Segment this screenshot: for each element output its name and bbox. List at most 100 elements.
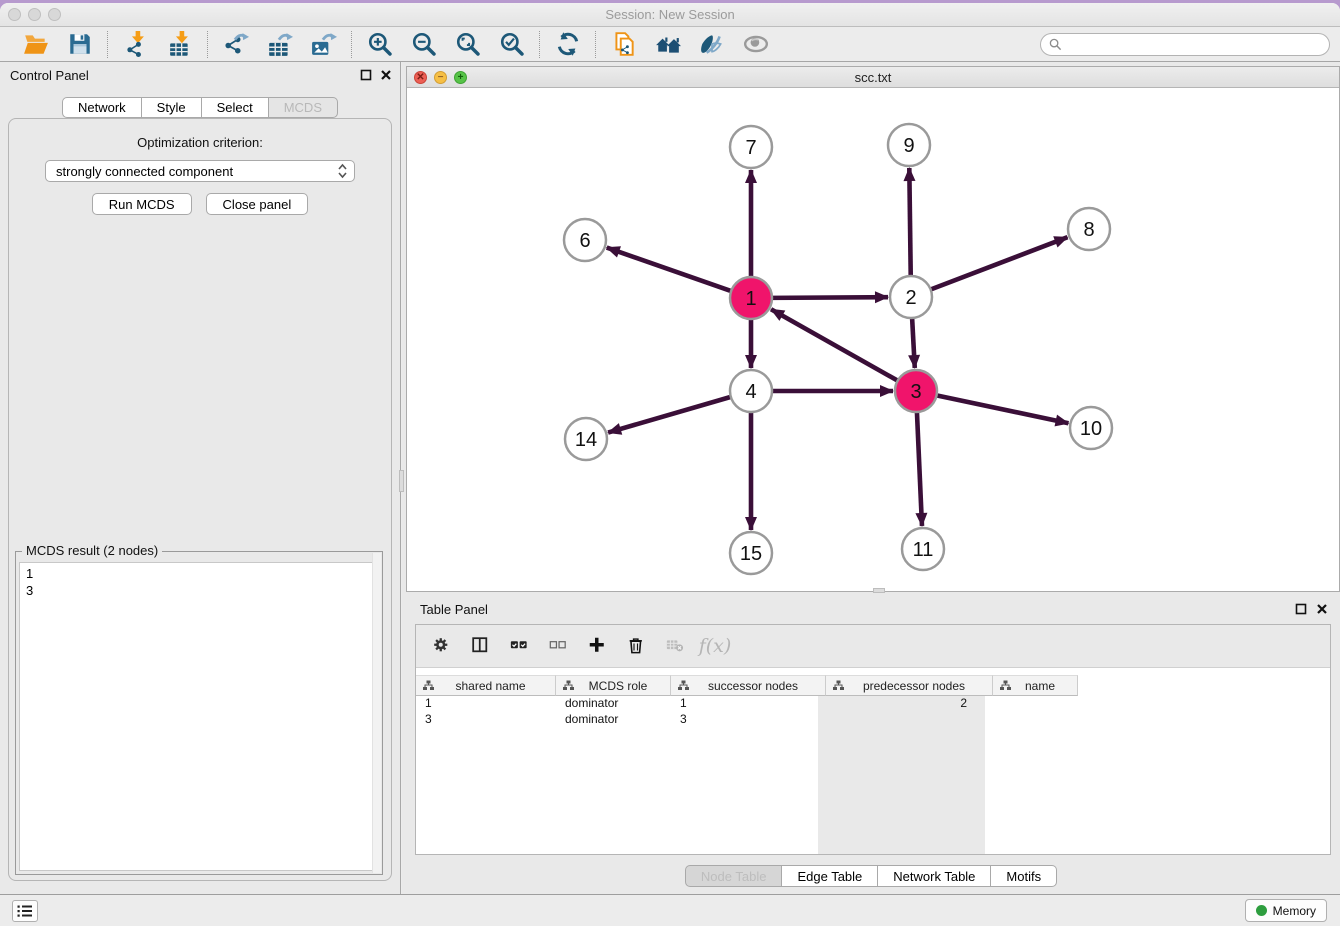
vertical-splitter[interactable] [399, 470, 404, 492]
zoom-fit-button[interactable] [454, 31, 481, 58]
zoom-out-icon [411, 31, 437, 57]
table-cell[interactable]: 3 [416, 712, 556, 728]
table-tab-network-table[interactable]: Network Table [878, 865, 991, 887]
table-body: 1dominator4113dominator323 [416, 696, 1330, 854]
export-image-button[interactable] [310, 31, 337, 58]
search-box[interactable] [1040, 33, 1330, 56]
add-column-button[interactable] [586, 634, 610, 658]
table-options-button[interactable] [430, 634, 454, 658]
open-session-button[interactable] [22, 31, 49, 58]
table-tab-motifs[interactable]: Motifs [991, 865, 1057, 887]
home-view-button[interactable] [654, 31, 681, 58]
column-header-MCDS-role[interactable]: MCDS role [556, 675, 671, 696]
svg-text:10: 10 [1080, 418, 1102, 440]
graph-node-8[interactable]: 8 [1068, 208, 1110, 250]
graph-edge-3-1[interactable] [771, 309, 898, 380]
zoom-in-button[interactable] [366, 31, 393, 58]
toggle-graphics-details-button[interactable] [698, 31, 725, 58]
column-header-successor-nodes[interactable]: successor nodes [671, 675, 826, 696]
unselect-all-columns-button[interactable] [547, 634, 571, 658]
search-input[interactable] [1067, 37, 1321, 51]
mcds-result-scrollbar[interactable] [372, 553, 381, 873]
table-panel-title: Table Panel [420, 602, 488, 617]
task-history-button[interactable] [12, 900, 38, 922]
graph-node-9[interactable]: 9 [888, 124, 930, 166]
fx-icon: f(x) [699, 635, 732, 657]
show-columns-button[interactable] [469, 634, 493, 658]
graph-node-4[interactable]: 4 [730, 370, 772, 412]
graph-edge-2-8[interactable] [931, 237, 1068, 289]
zoom-selected-button[interactable] [498, 31, 525, 58]
control-panel-close-button[interactable] [380, 68, 392, 86]
refresh-network-button[interactable] [554, 31, 581, 58]
import-table-button[interactable] [166, 31, 193, 58]
column-header-shared-name[interactable]: shared name [416, 675, 556, 696]
control-tab-mcds[interactable]: MCDS [269, 97, 338, 118]
table-cell[interactable]: 1 [416, 696, 556, 712]
horizontal-splitter[interactable] [873, 588, 885, 593]
column-header-predecessor-nodes[interactable]: predecessor nodes [826, 675, 993, 696]
table-cell[interactable]: 3 [671, 712, 756, 728]
graph-node-6[interactable]: 6 [564, 219, 606, 261]
save-session-button[interactable] [66, 31, 93, 58]
table-tab-edge-table[interactable]: Edge Table [782, 865, 878, 887]
graph-node-14[interactable]: 14 [565, 418, 607, 460]
open-session-icon [23, 31, 49, 57]
table-toolbar: f(x) [416, 625, 1330, 668]
export-table-button[interactable] [266, 31, 293, 58]
table-panel-float-button[interactable] [1295, 602, 1307, 620]
graph-node-15[interactable]: 15 [730, 532, 772, 574]
function-builder-button[interactable]: f(x) [703, 634, 727, 658]
duplicate-network-button[interactable] [610, 31, 637, 58]
graph-node-3[interactable]: 3 [895, 370, 937, 412]
dropdown-stepper-icon [337, 163, 348, 179]
table-cell[interactable]: dominator [556, 712, 671, 728]
memory-button[interactable]: Memory [1245, 899, 1327, 922]
control-tab-style[interactable]: Style [142, 97, 202, 118]
table-cell[interactable]: 1 [671, 696, 756, 712]
graph-edge-1-2[interactable] [772, 297, 888, 298]
table-cell[interactable]: 2 [818, 696, 985, 854]
control-tab-select[interactable]: Select [202, 97, 269, 118]
table-row[interactable]: 3dominator323 [416, 712, 1330, 728]
close-panel-button[interactable]: Close panel [206, 193, 309, 215]
delete-column-icon [627, 636, 648, 657]
import-network-button[interactable] [122, 31, 149, 58]
graph-node-1[interactable]: 1 [730, 277, 772, 319]
graph-edge-3-10[interactable] [937, 395, 1069, 423]
graph-edge-3-11[interactable] [917, 412, 922, 526]
column-header-name[interactable]: name [993, 675, 1078, 696]
run-mcds-button[interactable]: Run MCDS [92, 193, 192, 215]
select-all-columns-button[interactable] [508, 634, 532, 658]
column-sort-icon [563, 680, 574, 691]
table-tab-node-table[interactable]: Node Table [685, 865, 783, 887]
graph-node-2[interactable]: 2 [890, 276, 932, 318]
network-canvas[interactable]: 7 9 6 8 1 2 4 3 14 10 15 11 [407, 89, 1339, 591]
graph-edge-1-6[interactable] [607, 248, 731, 291]
column-sort-icon [678, 680, 689, 691]
delete-table-button[interactable] [664, 634, 688, 658]
graph-node-11[interactable]: 11 [902, 528, 944, 570]
table-header: shared nameMCDS rolesuccessor nodesprede… [416, 675, 1078, 696]
birds-eye-view-button[interactable] [742, 31, 769, 58]
memory-status-icon [1256, 905, 1267, 916]
graph-edge-4-14[interactable] [608, 397, 731, 433]
graph-node-7[interactable]: 7 [730, 126, 772, 168]
optimization-criterion-value: strongly connected component [56, 164, 337, 179]
search-icon [1049, 38, 1062, 51]
table-panel-close-button[interactable] [1316, 602, 1328, 620]
refresh-network-icon [555, 31, 581, 57]
window-title: Session: New Session [0, 7, 1340, 22]
control-panel-float-button[interactable] [360, 68, 372, 86]
graph-node-10[interactable]: 10 [1070, 407, 1112, 449]
mcds-result-textarea[interactable]: 1 3 [19, 562, 379, 871]
export-network-button[interactable] [222, 31, 249, 58]
control-panel: Control Panel NetworkStyleSelectMCDS Opt… [0, 62, 401, 894]
table-cell[interactable]: dominator [556, 696, 671, 712]
delete-column-button[interactable] [625, 634, 649, 658]
graph-edge-2-9[interactable] [909, 168, 910, 276]
optimization-criterion-select[interactable]: strongly connected component [45, 160, 355, 182]
graph-edge-2-3[interactable] [912, 318, 915, 368]
zoom-out-button[interactable] [410, 31, 437, 58]
control-tab-network[interactable]: Network [62, 97, 142, 118]
